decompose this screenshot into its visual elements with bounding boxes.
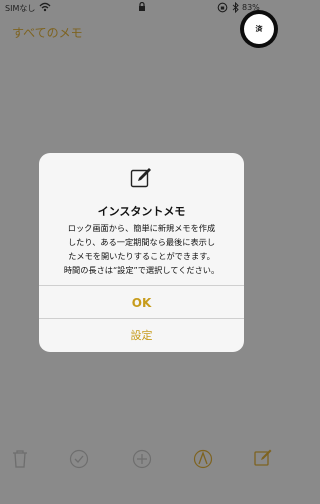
- carrier-label: SIMなし: [5, 4, 36, 13]
- markup-icon[interactable]: [193, 449, 213, 469]
- rotation-lock-icon: [217, 2, 228, 13]
- alert-message-line: したり、ある一定期間なら最後に表示し: [67, 237, 216, 247]
- bluetooth-icon: [232, 2, 239, 13]
- alert-title: インスタントメモ: [97, 205, 186, 218]
- back-to-all-notes[interactable]: すべてのメモ: [12, 24, 83, 41]
- compose-icon[interactable]: [254, 449, 272, 467]
- trash-icon[interactable]: [12, 449, 28, 469]
- instant-notes-alert: インスタントメモ ロック画面から、簡単に新規メモを作成 したり、ある一定期間なら…: [39, 153, 244, 352]
- alert-message-line: 時間の長さは“設定”で選択してください。: [63, 265, 220, 275]
- lock-icon: [139, 2, 145, 11]
- watermark-text: 済: [244, 14, 274, 44]
- watermark-badge: 済: [240, 10, 278, 48]
- alert-message: ロック画面から、簡単に新規メモを作成 したり、ある一定期間なら最後に表示し たメ…: [51, 221, 232, 277]
- compose-icon: [130, 168, 151, 188]
- bottom-toolbar: [0, 446, 283, 486]
- alert-message-line: ロック画面から、簡単に新規メモを作成: [67, 223, 216, 233]
- settings-button[interactable]: 設定: [39, 318, 244, 352]
- status-bar: SIMなし 83%: [0, 0, 283, 16]
- checklist-icon[interactable]: [69, 449, 89, 469]
- ok-button[interactable]: OK: [39, 286, 244, 320]
- alert-message-line: たメモを開いたりすることができます。: [68, 251, 215, 261]
- add-icon[interactable]: [132, 449, 152, 469]
- wifi-icon: [39, 2, 51, 12]
